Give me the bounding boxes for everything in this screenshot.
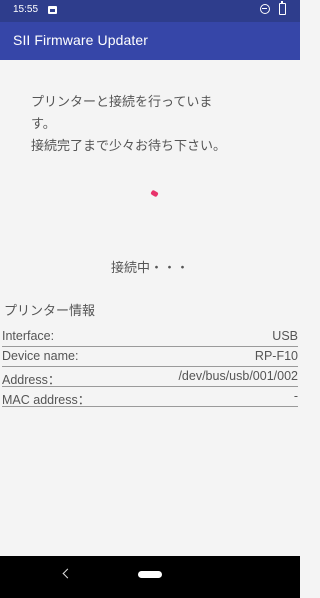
home-pill-icon[interactable] (138, 571, 162, 578)
info-value: USB (272, 329, 298, 343)
status-bar: 15:55 (0, 0, 300, 22)
status-time: 15:55 (13, 4, 39, 15)
message-line-2: す。 (31, 117, 56, 132)
info-value: - (293, 389, 298, 403)
navigation-bar (0, 556, 300, 598)
printer-info-table: Interface: USB Device name: RP-F10 Addre… (2, 327, 298, 407)
info-label: MAC address： (2, 393, 91, 407)
image-icon (48, 6, 57, 14)
connecting-status: 接続中・・・ (110, 261, 189, 276)
progress-spinner (150, 189, 159, 198)
back-icon[interactable] (62, 568, 73, 579)
printer-info-title: プリンター情報 (4, 304, 96, 319)
info-row-interface: Interface: USB (2, 327, 298, 347)
app-bar: SII Firmware Updater (0, 22, 300, 60)
main-content: プリンターと接続を行っていま す。 接続完了まで少々お待ち下さい。 接続中・・・… (0, 60, 300, 556)
info-label: Device name: (2, 349, 79, 363)
info-row-device-name: Device name: RP-F10 (2, 347, 298, 367)
info-label: Interface: (2, 329, 55, 343)
info-value: /dev/bus/usb/001/002 (178, 369, 298, 383)
app-title: SII Firmware Updater (13, 32, 149, 48)
info-label: Address： (2, 373, 61, 387)
info-value: RP-F10 (254, 349, 298, 363)
connection-message: プリンターと接続を行っていま す。 接続完了まで少々お待ち下さい。 (31, 92, 271, 158)
info-row-address: Address： /dev/bus/usb/001/002 (2, 367, 298, 387)
message-line-3: 接続完了まで少々お待ち下さい。 (31, 139, 227, 154)
do-not-disturb-icon (260, 4, 270, 14)
message-line-1: プリンターと接続を行っていま (31, 95, 213, 110)
battery-icon (279, 1, 286, 15)
info-row-mac-address: MAC address： - (2, 387, 298, 407)
